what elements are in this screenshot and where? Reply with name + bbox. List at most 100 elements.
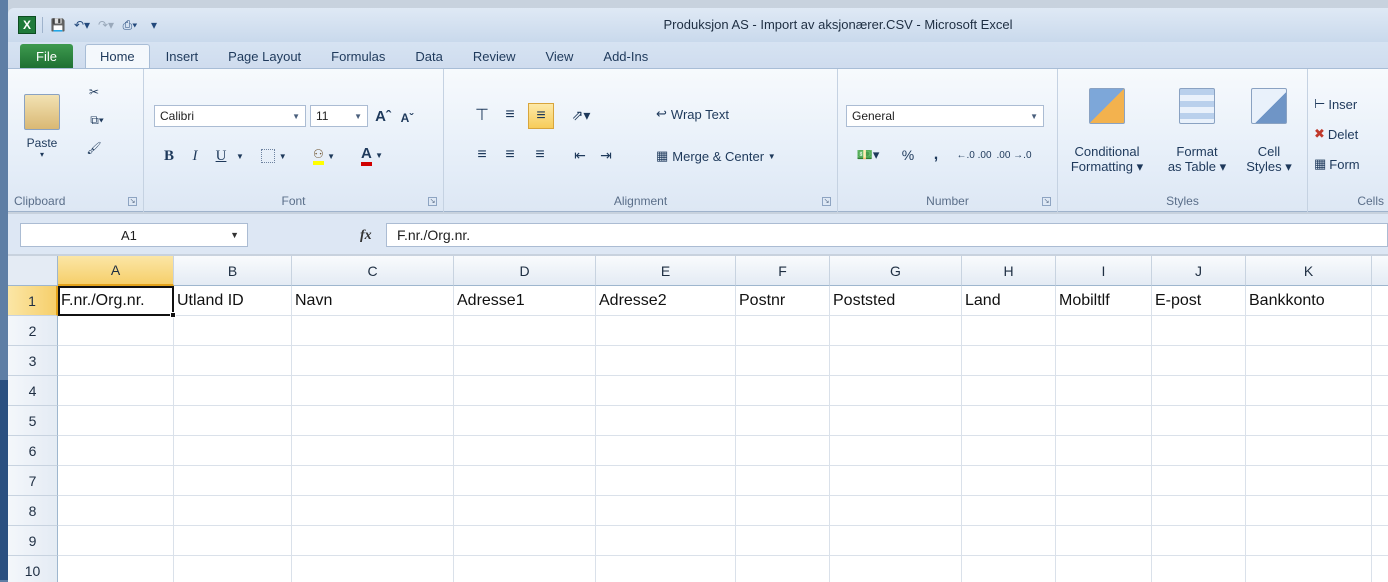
- cell-i5[interactable]: [1056, 406, 1152, 436]
- cell-i6[interactable]: [1056, 436, 1152, 466]
- cell-e5[interactable]: [596, 406, 736, 436]
- cell-l3[interactable]: [1372, 346, 1388, 376]
- cell-g9[interactable]: [830, 526, 962, 556]
- cell-f1[interactable]: Postnr: [736, 286, 830, 316]
- cell-a5[interactable]: [58, 406, 174, 436]
- cell-b5[interactable]: [174, 406, 292, 436]
- align-center-icon[interactable]: ≡: [498, 143, 522, 167]
- column-header-h[interactable]: H: [962, 256, 1056, 286]
- cell-a10[interactable]: [58, 556, 174, 582]
- cell-c8[interactable]: [292, 496, 454, 526]
- orientation-icon[interactable]: ⇗▾: [566, 103, 596, 127]
- column-header-l[interactable]: L: [1372, 256, 1388, 286]
- row-header-9[interactable]: 9: [8, 526, 58, 556]
- cell-d8[interactable]: [454, 496, 596, 526]
- tab-review[interactable]: Review: [459, 44, 530, 68]
- cell-e10[interactable]: [596, 556, 736, 582]
- cell-e9[interactable]: [596, 526, 736, 556]
- cell-g10[interactable]: [830, 556, 962, 582]
- cell-i4[interactable]: [1056, 376, 1152, 406]
- cell-b9[interactable]: [174, 526, 292, 556]
- cell-f3[interactable]: [736, 346, 830, 376]
- cell-l7[interactable]: [1372, 466, 1388, 496]
- cell-f6[interactable]: [736, 436, 830, 466]
- cell-e4[interactable]: [596, 376, 736, 406]
- tab-file[interactable]: File: [20, 44, 73, 68]
- cell-b6[interactable]: [174, 436, 292, 466]
- cell-g8[interactable]: [830, 496, 962, 526]
- cell-h6[interactable]: [962, 436, 1056, 466]
- bold-button[interactable]: B: [158, 145, 180, 167]
- cell-h5[interactable]: [962, 406, 1056, 436]
- cell-a2[interactable]: [58, 316, 174, 346]
- cell-l2[interactable]: [1372, 316, 1388, 346]
- increase-decimal-button[interactable]: ←.0 .00: [956, 143, 992, 167]
- tab-data[interactable]: Data: [401, 44, 456, 68]
- cell-c10[interactable]: [292, 556, 454, 582]
- cell-c9[interactable]: [292, 526, 454, 556]
- column-header-j[interactable]: J: [1152, 256, 1246, 286]
- cell-k7[interactable]: [1246, 466, 1372, 496]
- cell-k5[interactable]: [1246, 406, 1372, 436]
- column-header-a[interactable]: A: [58, 256, 174, 286]
- clipboard-launcher-icon[interactable]: ↘: [128, 197, 137, 206]
- cell-c1[interactable]: Navn: [292, 286, 454, 316]
- cell-l4[interactable]: [1372, 376, 1388, 406]
- cell-k1[interactable]: Bankkonto: [1246, 286, 1372, 316]
- cell-a8[interactable]: [58, 496, 174, 526]
- cell-d10[interactable]: [454, 556, 596, 582]
- cell-g5[interactable]: [830, 406, 962, 436]
- row-header-7[interactable]: 7: [8, 466, 58, 496]
- align-bottom-icon[interactable]: ≡: [528, 103, 554, 129]
- cell-e2[interactable]: [596, 316, 736, 346]
- cell-i3[interactable]: [1056, 346, 1152, 376]
- shrink-font-icon[interactable]: Aˇ: [396, 107, 418, 129]
- cell-h9[interactable]: [962, 526, 1056, 556]
- cell-j3[interactable]: [1152, 346, 1246, 376]
- column-header-c[interactable]: C: [292, 256, 454, 286]
- chevron-down-icon[interactable]: ▼: [230, 230, 239, 240]
- insert-cells-button[interactable]: ⊢ Inser: [1314, 93, 1388, 115]
- cell-f8[interactable]: [736, 496, 830, 526]
- cell-i10[interactable]: [1056, 556, 1152, 582]
- cell-k8[interactable]: [1246, 496, 1372, 526]
- column-header-g[interactable]: G: [830, 256, 962, 286]
- font-launcher-icon[interactable]: ↘: [428, 197, 437, 206]
- cell-h3[interactable]: [962, 346, 1056, 376]
- cell-styles-button[interactable]: Cell Styles ▾: [1238, 75, 1300, 187]
- conditional-formatting-button[interactable]: Conditional Formatting ▾: [1062, 75, 1152, 187]
- font-color-icon[interactable]: A ▼: [350, 143, 394, 167]
- cell-e3[interactable]: [596, 346, 736, 376]
- cell-j9[interactable]: [1152, 526, 1246, 556]
- cell-l8[interactable]: [1372, 496, 1388, 526]
- cell-d1[interactable]: Adresse1: [454, 286, 596, 316]
- cell-j2[interactable]: [1152, 316, 1246, 346]
- borders-icon[interactable]: ▼: [256, 145, 292, 167]
- tab-home[interactable]: Home: [84, 44, 150, 68]
- percent-button[interactable]: %: [896, 143, 920, 167]
- cell-l9[interactable]: [1372, 526, 1388, 556]
- cell-a4[interactable]: [58, 376, 174, 406]
- cell-f2[interactable]: [736, 316, 830, 346]
- cell-g7[interactable]: [830, 466, 962, 496]
- tab-page-layout[interactable]: Page Layout: [214, 44, 315, 68]
- decrease-indent-icon[interactable]: ⇤: [568, 143, 592, 167]
- cell-e7[interactable]: [596, 466, 736, 496]
- number-launcher-icon[interactable]: ↘: [1042, 197, 1051, 206]
- merge-center-button[interactable]: ▦ Merge & Center ▼: [656, 143, 828, 169]
- column-header-e[interactable]: E: [596, 256, 736, 286]
- cell-f9[interactable]: [736, 526, 830, 556]
- row-header-10[interactable]: 10: [8, 556, 58, 582]
- cell-d2[interactable]: [454, 316, 596, 346]
- select-all-corner[interactable]: [8, 256, 58, 286]
- cell-c5[interactable]: [292, 406, 454, 436]
- cell-d3[interactable]: [454, 346, 596, 376]
- cell-h4[interactable]: [962, 376, 1056, 406]
- cell-f5[interactable]: [736, 406, 830, 436]
- cell-d4[interactable]: [454, 376, 596, 406]
- cell-h2[interactable]: [962, 316, 1056, 346]
- cell-g1[interactable]: Poststed: [830, 286, 962, 316]
- row-header-5[interactable]: 5: [8, 406, 58, 436]
- cut-icon[interactable]: ✂: [82, 81, 106, 103]
- cell-l1[interactable]: [1372, 286, 1388, 316]
